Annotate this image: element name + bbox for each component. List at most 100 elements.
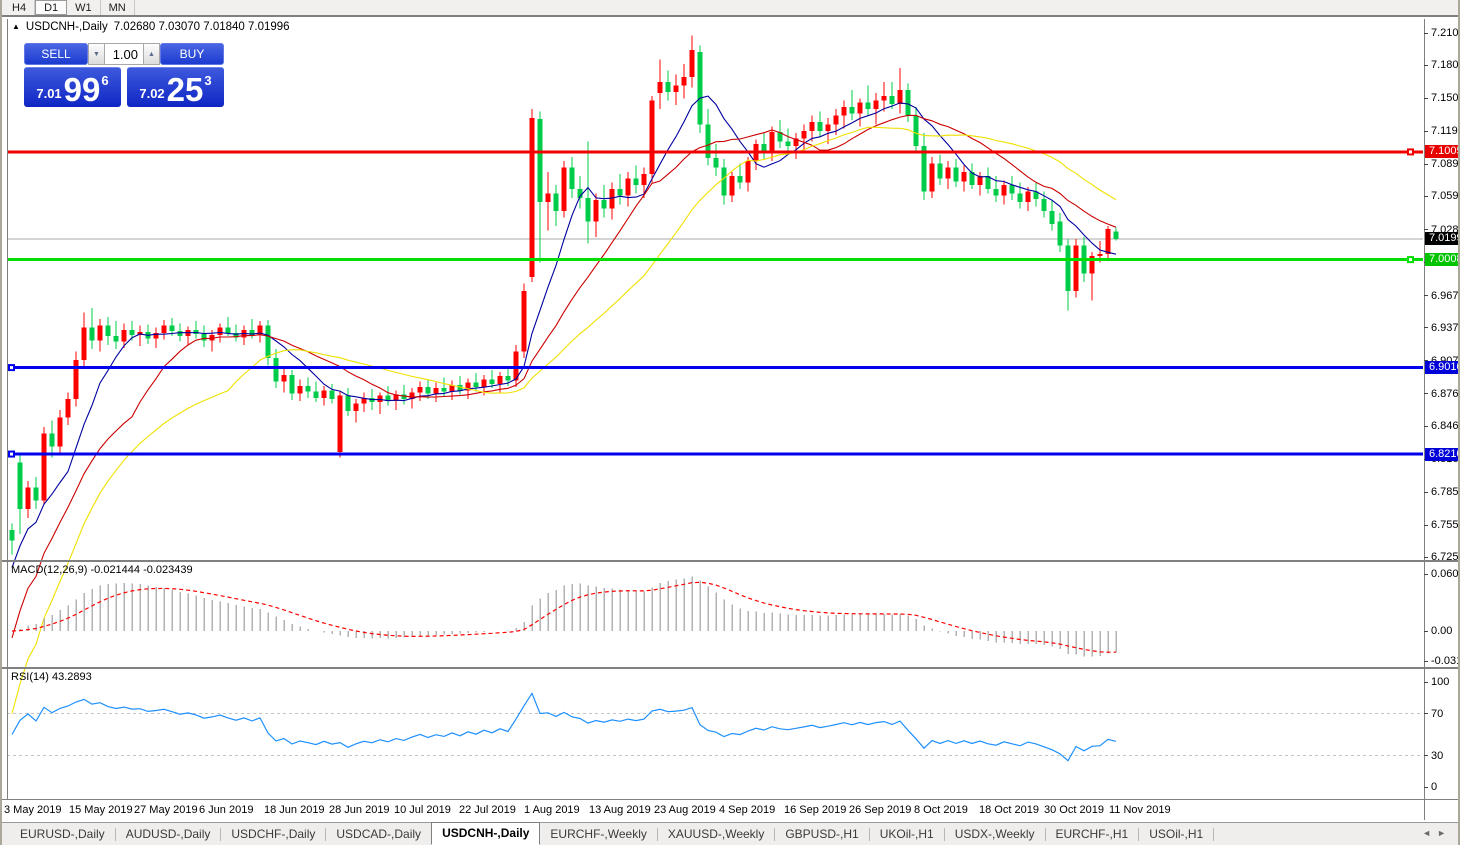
price-tick-mark	[1424, 327, 1428, 328]
sell-button[interactable]: SELL	[24, 43, 88, 65]
tab-usoil-h1[interactable]: USOil-,H1	[1139, 825, 1213, 843]
axis-separator	[1424, 19, 1425, 820]
macd-splitter[interactable]	[2, 560, 1460, 562]
rsi-line	[12, 693, 1116, 760]
tab-eurchf-h1[interactable]: EURCHF-,H1	[1046, 825, 1139, 843]
tab-eurchf-weekly[interactable]: EURCHF-,Weekly	[540, 825, 656, 843]
rsi-value: 43.2893	[52, 671, 92, 683]
price-tick-mark	[1424, 393, 1428, 394]
tab-gbpusd-h1[interactable]: GBPUSD-,H1	[775, 825, 868, 843]
tab-separator	[1213, 828, 1214, 841]
tab-usdchf-daily[interactable]: USDCHF-,Daily	[221, 825, 325, 843]
price-tick-mark	[1424, 65, 1428, 66]
tab-usdx-weekly[interactable]: USDX-,Weekly	[945, 825, 1045, 843]
candle-body	[90, 328, 95, 341]
price-level-label: 7.00089	[1425, 253, 1458, 266]
price-tick-label: 7.11960	[1431, 125, 1460, 137]
candle-body	[474, 383, 479, 387]
rsi-label: RSI(14) 43.2893	[11, 671, 92, 683]
candle-body	[850, 107, 855, 113]
macd-tick-mark	[1424, 661, 1428, 662]
tab-usdcnh-daily[interactable]: USDCNH-,Daily	[431, 822, 540, 845]
candle-body	[610, 189, 615, 208]
tab-scroll-left-icon[interactable]: ◄	[1422, 828, 1437, 838]
volume-increase-button[interactable]: ▲	[143, 43, 160, 65]
rsi-name: RSI(14)	[11, 671, 49, 683]
price-tick-label: 6.84690	[1431, 420, 1460, 432]
buy-button[interactable]: BUY	[160, 43, 224, 65]
candle-body	[946, 168, 951, 179]
candle-body	[202, 334, 207, 340]
candle-body	[194, 330, 199, 334]
price-tick-mark	[1424, 196, 1428, 197]
candle-body	[354, 403, 359, 411]
candle-body	[698, 52, 703, 124]
price-tick-mark	[1424, 426, 1428, 427]
candle-body	[274, 358, 279, 382]
candle-body	[162, 325, 167, 333]
buy-price-big: 25	[167, 76, 204, 104]
candle-body	[746, 161, 751, 183]
buy-price-prefix: 7.02	[139, 86, 164, 101]
candle-body	[554, 194, 559, 211]
sell-price-sup: 6	[101, 73, 108, 88]
macd-tick-label: -0.031725	[1431, 655, 1460, 667]
rsi-splitter[interactable]	[2, 667, 1460, 669]
date-axis-label: 27 May 2019	[134, 804, 198, 816]
rsi-tick-label: 30	[1431, 750, 1443, 762]
candle-body	[994, 189, 999, 195]
date-axis-label: 11 Nov 2019	[1109, 804, 1171, 816]
tab-ukoil-h1[interactable]: UKOil-,H1	[870, 825, 944, 843]
candle-body	[1106, 229, 1111, 254]
candle-body	[306, 386, 311, 391]
candle-body	[98, 325, 103, 340]
tab-eurusd-daily[interactable]: EURUSD-,Daily	[10, 825, 115, 843]
price-tick-label: 7.21050	[1431, 27, 1460, 39]
date-axis-label: 13 Aug 2019	[589, 804, 651, 816]
price-tick-label: 6.96750	[1431, 290, 1460, 302]
sell-price-prefix: 7.01	[36, 86, 61, 101]
price-tick-mark	[1424, 229, 1428, 230]
one-click-trading-widget: SELL ▼ ▲ BUY 7.01 99 6 7.02 25 3	[24, 43, 224, 107]
candle-body	[434, 388, 439, 393]
candle-body	[826, 124, 831, 130]
candle-body	[226, 328, 231, 333]
tab-scroll-right-icon[interactable]: ►	[1437, 828, 1452, 838]
candle-body	[786, 142, 791, 146]
candle-body	[10, 530, 15, 541]
rsi-tick-mark	[1424, 755, 1428, 756]
volume-input[interactable]	[105, 43, 143, 65]
candle-body	[170, 325, 175, 330]
candle-body	[562, 168, 567, 211]
candle-body	[978, 176, 983, 185]
candle-body	[482, 379, 487, 387]
macd-tick-label: 0.00	[1431, 625, 1452, 637]
price-tick-mark	[1424, 295, 1428, 296]
date-axis-label: 28 Jun 2019	[329, 804, 390, 816]
tab-scroll-arrows[interactable]: ◄►	[1422, 828, 1452, 838]
sell-price-panel[interactable]: 7.01 99 6	[24, 67, 121, 107]
price-tick-label: 7.08900	[1431, 158, 1460, 170]
price-tick-mark	[1424, 164, 1428, 165]
price-tick-mark	[1424, 131, 1428, 132]
candle-body	[442, 388, 447, 391]
tab-usdcad-daily[interactable]: USDCAD-,Daily	[326, 825, 431, 843]
rsi-tick-label: 0	[1431, 781, 1437, 793]
candle-body	[218, 328, 223, 336]
sell-price-big: 99	[64, 76, 101, 104]
candle-body	[1018, 194, 1023, 203]
candle-body	[50, 434, 55, 447]
candle-body	[122, 330, 127, 342]
volume-decrease-button[interactable]: ▼	[88, 43, 105, 65]
candle-body	[666, 82, 671, 92]
candle-body	[642, 174, 647, 185]
tab-audusd-daily[interactable]: AUDUSD-,Daily	[116, 825, 221, 843]
tab-xauusd-weekly[interactable]: XAUUSD-,Weekly	[658, 825, 774, 843]
candle-body	[426, 387, 431, 393]
candle-body	[34, 488, 39, 501]
candle-body	[866, 103, 871, 109]
buy-price-panel[interactable]: 7.02 25 3	[127, 67, 224, 107]
candle-body	[738, 176, 743, 182]
candle-body	[802, 131, 807, 139]
candle-body	[330, 390, 335, 399]
